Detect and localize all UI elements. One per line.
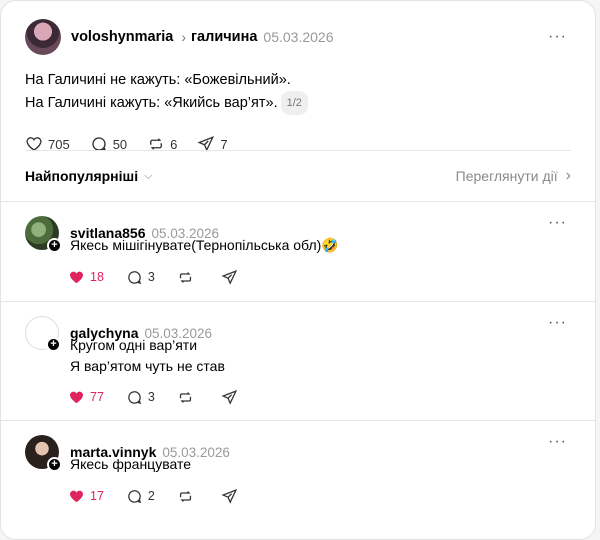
main-post: voloshynmaria › галичина 05.03.2026 ··· … (1, 1, 595, 152)
comment-text: Кругом одні вар’яти Я вар’ятом чуть не с… (70, 335, 225, 377)
comment-line: Я вар’ятом чуть не став (70, 358, 225, 374)
comment-actions: 17 2 (68, 486, 265, 506)
sort-bar: Найпопулярніші ⌵ Переглянути дії › (1, 151, 595, 201)
comment-text: Якесь мішігінувате(Тернопільська обл)🤣 (70, 235, 339, 256)
reply-button[interactable]: 2 (126, 488, 155, 505)
share-button[interactable] (221, 389, 243, 406)
comment-item: + svitlana856 05.03.2026 ··· Якесь мішіг… (1, 201, 595, 301)
heart-icon (69, 271, 84, 283)
heart-icon (69, 490, 84, 502)
like-button[interactable]: 18 (68, 269, 104, 286)
chevron-right-icon: › (181, 29, 187, 45)
follow-plus-icon[interactable]: + (47, 238, 62, 253)
comment-actions: 18 3 (68, 267, 265, 287)
post-username[interactable]: voloshynmaria (71, 29, 173, 45)
thread-card: voloshynmaria › галичина 05.03.2026 ··· … (0, 0, 596, 540)
post-date: 05.03.2026 (263, 29, 334, 45)
repost-button[interactable] (177, 488, 199, 505)
reply-count: 3 (147, 270, 155, 284)
repost-button[interactable] (177, 269, 199, 286)
repost-button[interactable] (177, 389, 199, 406)
post-line-2: На Галичині кажуть: «Якийсь вар’ят». (25, 95, 278, 111)
reply-count: 2 (147, 489, 155, 503)
comment-actions: 77 3 (68, 387, 265, 407)
avatar[interactable]: + (25, 216, 62, 253)
comment-bubble-icon (128, 390, 142, 404)
comment-bubble-icon (128, 270, 142, 284)
reply-button[interactable]: 3 (126, 389, 155, 406)
reply-button[interactable]: 3 (126, 269, 155, 286)
more-dots-icon[interactable]: ··· (548, 28, 567, 46)
like-button[interactable]: 77 (68, 389, 104, 406)
sort-label: Найпопулярніші (25, 168, 139, 184)
view-activity-label: Переглянути дії (455, 168, 558, 184)
more-dots-icon[interactable]: ··· (548, 214, 567, 232)
like-button[interactable]: 17 (68, 488, 104, 505)
channel-name[interactable]: галичина (191, 29, 257, 45)
chevron-right-icon: › (565, 167, 571, 184)
repost-icon (179, 391, 191, 403)
comment-line: Якесь мішігінувате(Тернопільська обл)🤣 (70, 237, 339, 253)
send-icon (221, 488, 237, 504)
more-dots-icon[interactable]: ··· (548, 314, 567, 332)
page-indicator: 1/2 (280, 91, 308, 115)
send-icon (221, 389, 237, 405)
sort-dropdown[interactable]: Найпопулярніші ⌵ (25, 168, 152, 184)
post-line-1: На Галичині не кажуть: «Божевільний». (25, 72, 291, 88)
follow-plus-icon[interactable]: + (46, 337, 61, 352)
share-button[interactable] (221, 488, 243, 505)
reply-count: 3 (147, 390, 155, 404)
avatar[interactable] (25, 19, 61, 55)
comment-bubble-icon (128, 489, 142, 503)
more-dots-icon[interactable]: ··· (548, 433, 567, 451)
view-activity-link[interactable]: Переглянути дії › (456, 167, 571, 185)
comment-line: Кругом одні вар’яти (70, 337, 198, 353)
avatar[interactable]: + (25, 435, 62, 472)
comment-text: Якесь францувате (70, 454, 191, 475)
send-icon (221, 269, 237, 285)
comment-item: + galychyna 05.03.2026 ··· Кругом одні в… (1, 301, 595, 420)
like-count: 18 (90, 270, 104, 284)
heart-icon (69, 391, 84, 403)
avatar[interactable]: + (25, 316, 61, 352)
chevron-down-icon: ⌵ (144, 169, 153, 182)
post-text: На Галичині не кажуть: «Божевільний». На… (25, 69, 571, 115)
follow-plus-icon[interactable]: + (47, 457, 62, 472)
like-count: 77 (90, 390, 104, 404)
comment-line: Якесь францувате (70, 456, 192, 472)
repost-icon (179, 490, 191, 502)
repost-icon (179, 271, 191, 283)
like-count: 17 (90, 489, 104, 503)
comment-item: + marta.vinnyk 05.03.2026 ··· Якесь фран… (1, 420, 595, 530)
share-button[interactable] (221, 269, 243, 286)
